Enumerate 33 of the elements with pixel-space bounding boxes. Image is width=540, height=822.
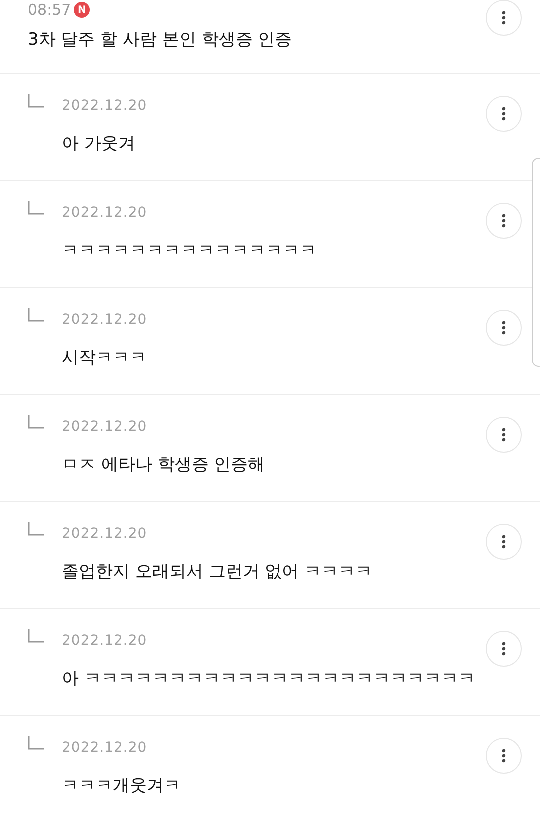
reply-date: 2022.12.20 [62,526,148,542]
comment-text: 3차 달주 할 사람 본인 학생증 인증 [28,29,294,51]
more-button[interactable] [486,310,522,346]
more-button[interactable] [486,96,522,132]
more-button[interactable] [486,0,522,36]
more-button[interactable] [486,524,522,560]
reply-date: 2022.12.20 [62,312,148,328]
more-button[interactable] [486,417,522,453]
more-icon [502,214,506,228]
reply-date: 2022.12.20 [62,205,148,221]
more-icon [502,107,506,121]
reply-date: 2022.12.20 [62,740,148,756]
reply-text: ㅋㅋㅋㅋㅋㅋㅋㅋㅋㅋㅋㅋㅋㅋㅋ [62,240,318,262]
reply-text: ㅁㅈ 에타나 학생증 인증해 [62,454,266,476]
reply-text: 아 ㅋㅋㅋㅋㅋㅋㅋㅋㅋㅋㅋㅋㅋㅋㅋㅋㅋㅋㅋㅋㅋㅋㅋ [62,668,476,690]
reply-text: 시작ㅋㅋㅋ [62,347,148,369]
comment-time: 08:57 [28,1,72,19]
more-button[interactable] [486,203,522,239]
more-icon [502,642,506,656]
more-icon [502,321,506,335]
more-icon [502,428,506,442]
reply-text: 아 가웃겨 [62,133,136,155]
reply-text: 졸업한지 오래되서 그런거 없어 ㅋㅋㅋㅋ [62,561,374,583]
more-icon [502,11,506,25]
reply-date: 2022.12.20 [62,419,148,435]
more-icon [502,749,506,763]
more-icon [502,535,506,549]
reply-text: ㅋㅋㅋ개웃겨ㅋ [62,775,182,797]
more-button[interactable] [486,631,522,667]
new-badge: N [74,2,90,18]
more-button[interactable] [486,738,522,774]
reply-date: 2022.12.20 [62,98,148,114]
reply-date: 2022.12.20 [62,633,148,649]
